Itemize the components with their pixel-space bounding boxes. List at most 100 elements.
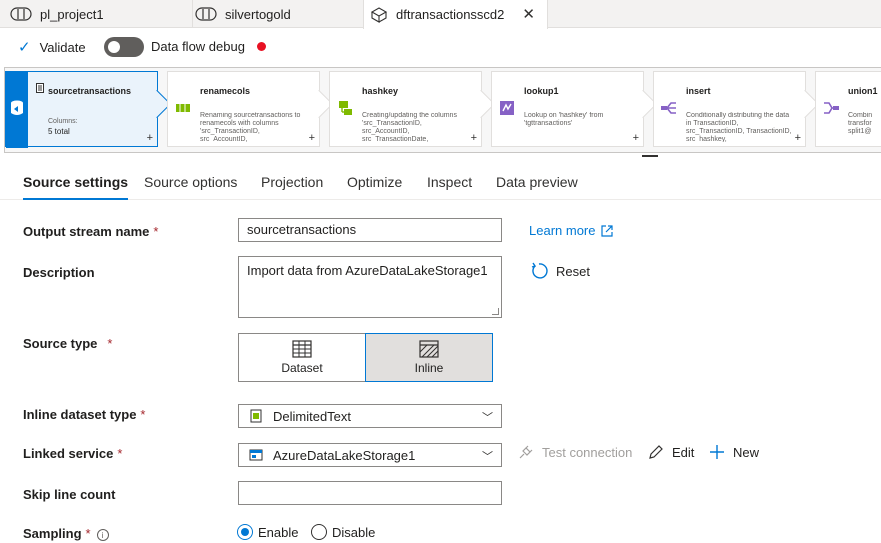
add-transform-button[interactable]: + bbox=[795, 132, 801, 144]
add-transform-button[interactable]: + bbox=[147, 132, 153, 144]
source-type-inline[interactable]: Inline bbox=[365, 333, 493, 382]
learn-more-label: Learn more bbox=[529, 223, 596, 238]
tab-optimize[interactable]: Optimize bbox=[347, 174, 402, 190]
columns-label: Columns: bbox=[48, 118, 78, 125]
document-icon bbox=[36, 83, 44, 93]
debug-status-dot bbox=[257, 42, 266, 51]
description-textarea[interactable]: Import data from AzureDataLakeStorage1 bbox=[238, 256, 502, 318]
node-renamecols[interactable]: renamecols Renaming sourcetransactions t… bbox=[167, 71, 334, 147]
node-union1[interactable]: union1 Combin transfor split1@ bbox=[815, 71, 881, 147]
dropdown-value: DelimitedText bbox=[273, 408, 352, 424]
required-mark: * bbox=[85, 526, 91, 541]
node-title: sourcetransactions bbox=[48, 86, 132, 96]
test-connection-button[interactable]: Test connection bbox=[518, 444, 632, 460]
output-stream-input[interactable]: sourcetransactions bbox=[238, 218, 502, 242]
chevron-down-icon: ﹀ bbox=[482, 451, 493, 463]
segment-label: Dataset bbox=[281, 361, 323, 375]
tab-data-preview[interactable]: Data preview bbox=[496, 174, 578, 190]
editor-tab-strip: pl_project1 silvertogold dftransactionss… bbox=[0, 0, 881, 29]
external-link-icon bbox=[601, 224, 614, 237]
inline-dataset-type-dropdown[interactable]: DelimitedText ﹀ bbox=[238, 404, 502, 428]
label-text: Sampling bbox=[23, 526, 82, 541]
radio-circle bbox=[237, 524, 253, 540]
tab-projection[interactable]: Projection bbox=[261, 174, 323, 190]
segment-label: Inline bbox=[414, 361, 444, 375]
sampling-disable-radio[interactable]: Disable bbox=[311, 524, 375, 540]
label-text: Linked service bbox=[23, 446, 114, 461]
required-mark: * bbox=[153, 224, 159, 239]
pipeline-icon bbox=[10, 7, 32, 21]
table-icon bbox=[292, 340, 312, 358]
select-icon bbox=[176, 104, 190, 112]
skip-line-count-input[interactable] bbox=[238, 481, 502, 505]
validate-button[interactable]: ✓ Validate bbox=[18, 38, 86, 56]
node-hashkey[interactable]: hashkey Creating/updating the columns 's… bbox=[329, 71, 496, 147]
debug-label: Data flow debug bbox=[151, 39, 245, 54]
source-type-dataset[interactable]: Dataset bbox=[238, 333, 366, 382]
reset-label: Reset bbox=[556, 263, 590, 279]
toolbar: ✓ Validate Data flow debug bbox=[0, 29, 881, 65]
node-lookup1[interactable]: lookup1 Lookup on 'hashkey' from 'tgttra… bbox=[491, 71, 658, 147]
node-sidebar bbox=[6, 72, 28, 148]
close-icon[interactable]: ✕ bbox=[522, 5, 535, 23]
tab-source-options[interactable]: Source options bbox=[144, 174, 237, 190]
new-button[interactable]: New bbox=[709, 444, 759, 460]
sampling-enable-radio[interactable]: Enable bbox=[237, 524, 298, 540]
linked-service-label: Linked service * bbox=[23, 446, 122, 461]
derived-column-icon bbox=[339, 101, 352, 115]
add-transform-button[interactable]: + bbox=[309, 132, 315, 144]
node-description: Renaming sourcetransactions to renamecol… bbox=[200, 112, 301, 142]
tab-dftransactionsscd2[interactable]: dftransactionsscd2 ✕ bbox=[363, 0, 548, 29]
storage-icon bbox=[249, 449, 263, 461]
tab-source-settings[interactable]: Source settings bbox=[23, 174, 129, 200]
node-title: renamecols bbox=[200, 86, 251, 96]
node-description: Conditionally distributing the data in T… bbox=[686, 112, 792, 142]
node-title: lookup1 bbox=[524, 86, 559, 96]
tab-inspect[interactable]: Inspect bbox=[427, 174, 472, 190]
node-title: insert bbox=[686, 86, 711, 96]
tab-pl-project1[interactable]: pl_project1 bbox=[10, 0, 186, 28]
add-transform-button[interactable]: + bbox=[633, 132, 639, 144]
sampling-label: Sampling * i bbox=[23, 526, 109, 541]
radio-label: Disable bbox=[332, 524, 376, 540]
radio-label: Enable bbox=[258, 524, 299, 540]
node-sourcetransactions[interactable]: sourcetransactions Columns: 5 total + bbox=[5, 71, 172, 148]
dataflow-canvas[interactable]: sourcetransactions Columns: 5 total + re… bbox=[4, 67, 881, 153]
plus-icon bbox=[710, 445, 724, 459]
plug-icon bbox=[519, 445, 533, 459]
add-transform-button[interactable]: + bbox=[471, 132, 477, 144]
learn-more-link[interactable]: Learn more bbox=[529, 223, 614, 238]
info-icon[interactable]: i bbox=[96, 529, 109, 541]
node-insert[interactable]: insert Conditionally distributing the da… bbox=[653, 71, 820, 147]
pipeline-icon bbox=[195, 7, 217, 21]
required-mark: * bbox=[107, 336, 113, 351]
tab-silvertogold[interactable]: silvertogold bbox=[192, 0, 362, 28]
description-value: Import data from AzureDataLakeStorage1 bbox=[247, 263, 488, 278]
edit-button[interactable]: Edit bbox=[648, 444, 694, 460]
lookup-icon bbox=[500, 101, 514, 115]
label-text: Inline dataset type bbox=[23, 407, 137, 422]
conditional-split-icon bbox=[661, 102, 676, 114]
tab-label: pl_project1 bbox=[40, 6, 104, 22]
toggle-knob bbox=[108, 41, 120, 53]
node-description: Creating/updating the columns 'src_Trans… bbox=[362, 112, 457, 142]
resize-grip[interactable] bbox=[492, 308, 499, 315]
inline-icon bbox=[419, 340, 439, 358]
output-stream-label: Output stream name * bbox=[23, 224, 158, 239]
source-icon bbox=[11, 100, 23, 115]
label-text: Output stream name bbox=[23, 224, 150, 239]
chevron-down-icon: ﹀ bbox=[482, 412, 493, 424]
node-description: Combin transfor split1@ bbox=[848, 112, 873, 135]
linked-service-dropdown[interactable]: AzureDataLakeStorage1 ﹀ bbox=[238, 443, 502, 467]
debug-toggle[interactable] bbox=[104, 37, 144, 57]
reset-button[interactable]: Reset bbox=[530, 262, 590, 280]
new-label: New bbox=[733, 444, 760, 460]
dataflow-icon bbox=[370, 6, 388, 23]
required-mark: * bbox=[140, 407, 146, 422]
pencil-icon bbox=[649, 445, 663, 459]
tab-label: dftransactionsscd2 bbox=[396, 7, 505, 22]
columns-value: 5 total bbox=[48, 127, 70, 136]
delimited-text-icon bbox=[250, 409, 262, 423]
pane-splitter[interactable] bbox=[642, 155, 658, 157]
tab-label: silvertogold bbox=[225, 6, 291, 22]
